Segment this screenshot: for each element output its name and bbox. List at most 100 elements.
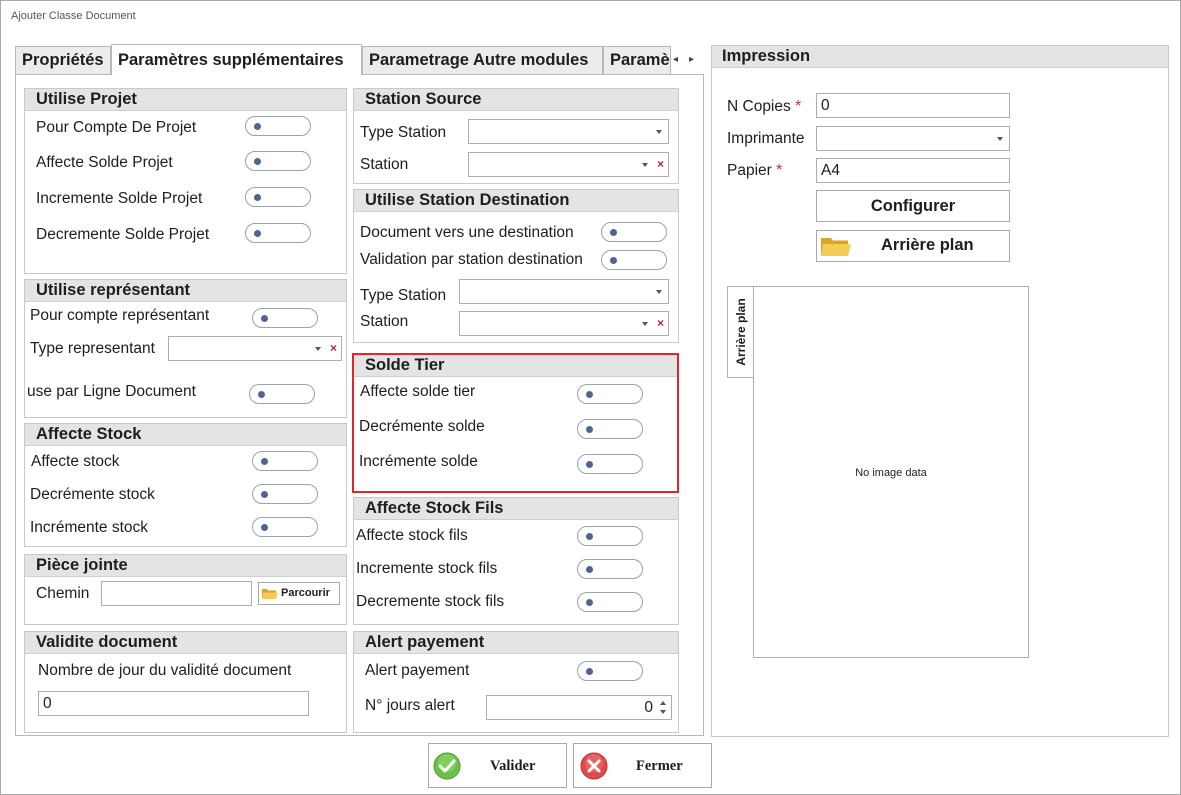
chevron-down-icon[interactable] — [642, 322, 648, 326]
valider-button[interactable]: Valider — [428, 743, 567, 788]
folder-icon — [821, 238, 851, 256]
chemin-label: Chemin — [36, 585, 90, 602]
impression-title: Impression — [712, 46, 1168, 68]
affecte-solde-projet-toggle[interactable] — [245, 151, 311, 171]
valider-label: Valider — [490, 758, 536, 774]
jours-alert-label: N° jours alert — [365, 697, 455, 714]
decremente-stock-toggle[interactable] — [252, 484, 318, 504]
group-title: Pièce jointe — [25, 555, 346, 577]
affecte-solde-tier-label: Affecte solde tier — [360, 383, 476, 400]
arriere-plan-button-label: Arrière plan — [881, 236, 974, 254]
arriere-plan-button[interactable]: Arrière plan — [816, 230, 1010, 262]
decremente-solde-projet-toggle[interactable] — [245, 223, 311, 243]
spin-down-icon[interactable] — [660, 710, 666, 714]
incremente-solde-projet-toggle[interactable] — [245, 187, 311, 207]
chemin-input[interactable] — [101, 581, 252, 606]
pour-compte-representant-label: Pour compte représentant — [30, 307, 210, 324]
clear-icon[interactable]: × — [657, 153, 664, 176]
incremente-solde-label: Incrémente solde — [359, 453, 478, 470]
decremente-stock-fils-label: Decremente stock fils — [356, 593, 505, 610]
tab-parametres-supplementaires[interactable]: Paramètres supplémentaires — [111, 44, 362, 75]
jours-alert-value: 0 — [644, 699, 653, 716]
chevron-down-icon[interactable] — [656, 290, 662, 294]
jours-alert-spinner[interactable]: 0 — [486, 695, 672, 720]
decremente-solde-label: Decrémente solde — [359, 418, 485, 435]
arriere-plan-tab[interactable]: Arrière plan — [727, 286, 753, 378]
affecte-stock-label: Affecte stock — [31, 453, 120, 470]
decremente-solde-projet-label: Decremente Solde Projet — [36, 226, 210, 243]
type-station-destination-combo[interactable] — [459, 279, 669, 304]
affecte-solde-tier-toggle[interactable] — [577, 384, 643, 404]
group-title: Solde Tier — [354, 355, 677, 377]
fermer-button[interactable]: Fermer — [573, 743, 712, 788]
incremente-stock-fils-toggle[interactable] — [577, 559, 643, 579]
incremente-stock-toggle[interactable] — [252, 517, 318, 537]
type-station-source-label: Type Station — [360, 124, 447, 141]
group-title: Affecte Stock — [25, 424, 346, 446]
alert-payement-label: Alert payement — [365, 662, 470, 679]
imprimante-combo[interactable] — [816, 126, 1010, 151]
chevron-down-icon[interactable] — [656, 130, 662, 134]
use-ligne-document-toggle[interactable] — [249, 384, 315, 404]
type-representant-combo[interactable]: × — [168, 336, 342, 361]
fermer-label: Fermer — [636, 758, 683, 774]
type-station-source-combo[interactable] — [468, 119, 669, 144]
validation-station-destination-toggle[interactable] — [601, 250, 667, 270]
window-title: Ajouter Classe Document — [11, 10, 136, 22]
papier-input[interactable]: A4 — [816, 158, 1010, 183]
incremente-stock-fils-label: Incremente stock fils — [356, 560, 498, 577]
tab-scroll-left-icon[interactable]: ◂ — [673, 54, 678, 65]
arriere-plan-tab-label: Arrière plan — [733, 298, 748, 366]
validite-input[interactable]: 0 — [38, 691, 309, 716]
checkmark-icon — [433, 752, 461, 780]
spin-up-icon[interactable] — [660, 701, 666, 705]
parcourir-button[interactable]: Parcourir — [258, 582, 340, 605]
alert-payement-toggle[interactable] — [577, 661, 643, 681]
affecte-solde-projet-label: Affecte Solde Projet — [36, 154, 173, 171]
tab-proprietes[interactable]: Propriétés — [15, 46, 111, 74]
document-vers-destination-toggle[interactable] — [601, 222, 667, 242]
incremente-stock-label: Incrémente stock — [30, 519, 149, 536]
chevron-down-icon[interactable] — [315, 347, 321, 351]
clear-icon[interactable]: × — [330, 337, 337, 360]
affecte-stock-fils-label: Affecte stock fils — [356, 527, 468, 544]
papier-label: Papier * — [727, 162, 783, 179]
document-vers-destination-label: Document vers une destination — [360, 224, 574, 241]
group-title: Alert payement — [354, 632, 678, 654]
decremente-stock-fils-toggle[interactable] — [577, 592, 643, 612]
chevron-down-icon[interactable] — [997, 137, 1003, 141]
affecte-stock-toggle[interactable] — [252, 451, 318, 471]
clear-icon[interactable]: × — [657, 312, 664, 335]
group-title: Utilise Projet — [25, 89, 346, 111]
tab-parametrage-autre-modules[interactable]: Parametrage Autre modules — [362, 46, 603, 74]
use-ligne-document-label: use par Ligne Document — [27, 383, 196, 400]
group-title: Utilise Station Destination — [354, 190, 678, 212]
decremente-solde-toggle[interactable] — [577, 419, 643, 439]
group-title: Affecte Stock Fils — [354, 498, 678, 520]
type-station-destination-label: Type Station — [360, 287, 447, 304]
pour-compte-projet-toggle[interactable] — [245, 116, 311, 136]
station-source-label: Station — [360, 156, 409, 173]
decremente-stock-label: Decrémente stock — [30, 486, 155, 503]
incremente-solde-toggle[interactable] — [577, 454, 643, 474]
validation-station-destination-label: Validation par station destination — [360, 251, 583, 268]
station-destination-combo[interactable]: × — [459, 311, 669, 336]
station-source-combo[interactable]: × — [468, 152, 669, 177]
chevron-down-icon[interactable] — [642, 163, 648, 167]
tab-parametres-more[interactable]: Paramè — [603, 46, 671, 74]
group-title: Station Source — [354, 89, 678, 111]
affecte-stock-fils-toggle[interactable] — [577, 526, 643, 546]
n-copies-label: N Copies * — [727, 98, 802, 115]
group-validite-document: Validite document — [24, 631, 347, 733]
pour-compte-projet-label: Pour Compte De Projet — [36, 119, 197, 136]
configurer-button[interactable]: Configurer — [816, 190, 1010, 222]
close-icon — [580, 752, 608, 780]
parcourir-label: Parcourir — [281, 587, 330, 599]
n-copies-input[interactable]: 0 — [816, 93, 1010, 118]
tab-scroll-right-icon[interactable]: ▸ — [689, 54, 694, 65]
group-title: Validite document — [25, 632, 346, 654]
group-title: Utilise représentant — [25, 280, 346, 302]
pour-compte-representant-toggle[interactable] — [252, 308, 318, 328]
dialog-window: Ajouter Classe Document Propriétés Param… — [0, 0, 1181, 795]
imprimante-label: Imprimante — [727, 130, 805, 147]
